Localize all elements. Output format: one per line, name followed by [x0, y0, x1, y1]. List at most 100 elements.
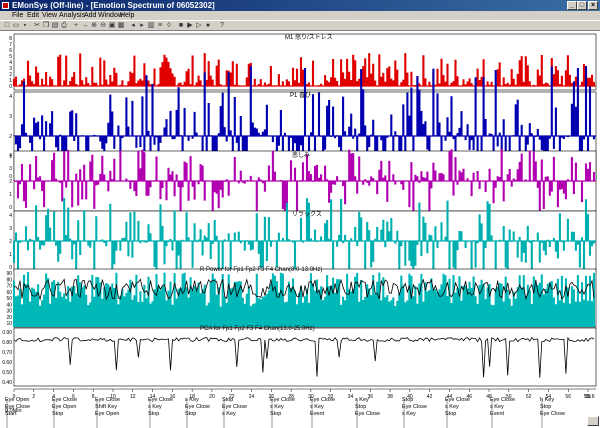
- event-marker-label: Eye Close: [310, 397, 336, 403]
- arrow-icon[interactable]: →: [81, 22, 89, 30]
- menu-add[interactable]: Add: [84, 11, 96, 20]
- plot-area: 8 7 6 5 4 3 2 1 0 4 3 2 1 0 4 3 2 1 0 4 3 2 1 0 90 80 70 60 50 40 30 20…: [0, 31, 600, 428]
- x-tick-label: 2: [32, 394, 35, 400]
- menu-edit[interactable]: Edit: [27, 11, 39, 20]
- panel-title-joy: P1 喜び: [290, 93, 312, 99]
- event-marker-label: Eye Open: [52, 404, 77, 410]
- event-marker-label: Eye Close: [445, 397, 471, 403]
- event-marker-label: Eye Close: [185, 404, 211, 410]
- y-tick-label: 2: [9, 239, 12, 245]
- event-marker-label: s Key: [310, 404, 324, 410]
- left-icon[interactable]: ◂: [129, 22, 137, 30]
- cut-icon[interactable]: ✂: [33, 22, 41, 30]
- right-icon[interactable]: ▸: [138, 22, 146, 30]
- print-icon[interactable]: ⎙: [60, 22, 68, 30]
- event-marker-label: Eye Open: [5, 397, 30, 403]
- event-marker-label: s Key: [222, 411, 236, 417]
- event-marker-label: Stop: [402, 397, 414, 403]
- mark-icon[interactable]: ◊: [165, 22, 173, 30]
- copy-icon[interactable]: ❐: [42, 22, 50, 30]
- list-icon[interactable]: ≡: [156, 22, 164, 30]
- record-icon[interactable]: ●: [204, 22, 212, 30]
- menu-analysis[interactable]: Analysis: [59, 11, 85, 20]
- event-marker-label: s Key: [270, 404, 284, 410]
- panel-title-relax: リラックス: [292, 212, 322, 218]
- zoomout-icon[interactable]: ⊖: [99, 22, 107, 30]
- y-tick-label: 50: [6, 296, 12, 302]
- x-tick-label: 34: [348, 394, 354, 400]
- event-marker-label: Eye Close: [52, 397, 78, 403]
- help-icon[interactable]: ?: [218, 22, 226, 30]
- fit-icon[interactable]: ▣: [108, 22, 116, 30]
- menu-bar: File Edit View Analysis Add Window Help: [0, 11, 600, 20]
- open-icon[interactable]: ▭: [12, 22, 20, 30]
- event-marker-label: Eye Close: [540, 411, 566, 417]
- panel-title-anger: M1 怒り/ストレス: [285, 35, 333, 41]
- scroll-right-button[interactable]: [587, 416, 599, 426]
- event-marker-label: Stop: [148, 411, 160, 417]
- y-tick-label: 0.40: [2, 380, 12, 386]
- x-end-label: 55.6: [584, 394, 595, 400]
- y-tick-label: 0.70: [2, 350, 12, 356]
- event-marker-label: s Key: [490, 404, 504, 410]
- play-icon[interactable]: ▶: [186, 22, 194, 30]
- event-marker-label: Stop: [270, 411, 282, 417]
- y-tick-label: 60: [6, 290, 12, 296]
- event-marker-label: Start: [5, 411, 17, 417]
- close-button[interactable]: ×: [588, 1, 598, 10]
- paste-icon[interactable]: ▤: [51, 22, 59, 30]
- event-marker-label: Eye Close: [402, 404, 428, 410]
- minimize-button[interactable]: _: [567, 1, 577, 10]
- event-marker-label: Eye Close: [148, 397, 174, 403]
- x-tick-label: 52: [526, 394, 532, 400]
- y-tick-label: 0: [9, 84, 12, 90]
- y-tick-label: 0.50: [2, 370, 12, 376]
- event-marker-label: Event: [490, 411, 505, 417]
- event-marker-label: s Key: [402, 411, 416, 417]
- app-icon: [2, 2, 9, 9]
- event-marker-label: Eye Close: [490, 397, 516, 403]
- grid-icon[interactable]: ▦: [117, 22, 125, 30]
- event-marker-label: Stop: [540, 404, 552, 410]
- menu-help[interactable]: Help: [120, 11, 134, 20]
- event-marker-label: Stop: [185, 411, 197, 417]
- y-tick-label: 3: [9, 226, 12, 232]
- y-tick-label: 10: [6, 321, 12, 327]
- event-marker-label: Eye Close: [95, 397, 121, 403]
- x-tick-label: 24: [249, 394, 255, 400]
- y-tick-label: 70: [6, 284, 12, 290]
- chart-icon[interactable]: ▥: [147, 22, 155, 30]
- x-tick-label: 38: [387, 394, 393, 400]
- forward-icon[interactable]: ▷: [195, 22, 203, 30]
- y-tick-label: 0: [9, 205, 12, 211]
- event-marker-label: Eye Close: [355, 411, 381, 417]
- zoom-icon[interactable]: ⊕: [90, 22, 98, 30]
- plus-icon[interactable]: +: [72, 22, 80, 30]
- save-icon[interactable]: ▪: [21, 22, 29, 30]
- event-marker-label: Eye Close: [270, 397, 296, 403]
- y-tick-label: 30: [6, 309, 12, 315]
- y-tick-label: 2: [9, 179, 12, 185]
- y-tick-label: 20: [6, 315, 12, 321]
- stop-icon[interactable]: ■: [177, 22, 185, 30]
- y-tick-label: 1: [9, 192, 12, 198]
- y-tick-label: 3: [9, 114, 12, 120]
- maximize-button[interactable]: □: [577, 1, 587, 10]
- y-tick-label: 40: [6, 302, 12, 308]
- event-marker-label: Stop: [222, 397, 234, 403]
- event-marker-label: s Key: [185, 397, 199, 403]
- event-marker-label: s Key: [148, 404, 162, 410]
- event-marker-label: s Key: [445, 404, 459, 410]
- menu-view[interactable]: View: [42, 11, 57, 20]
- new-icon[interactable]: □: [3, 22, 11, 30]
- x-tick-label: 56: [565, 394, 571, 400]
- event-marker-label: Stop: [355, 404, 367, 410]
- event-marker-label: h Key: [540, 397, 555, 403]
- panel-title-pca: PCA for Fp1 Fp2 F3 F4 Chan(13.0-25.0Hz): [200, 326, 315, 332]
- panel-title-r-power: R Power for Fp1 Fp2 F3 F4 Chan(8.0-13.0H…: [200, 267, 323, 273]
- menu-file[interactable]: File: [12, 11, 23, 20]
- y-tick-label: 4: [9, 153, 12, 159]
- window-title: EMonSys (Off-line) - [Emotion Spectrum o…: [12, 1, 215, 10]
- event-marker-label: Eye Close: [5, 404, 31, 410]
- y-tick-label: 2: [9, 134, 12, 140]
